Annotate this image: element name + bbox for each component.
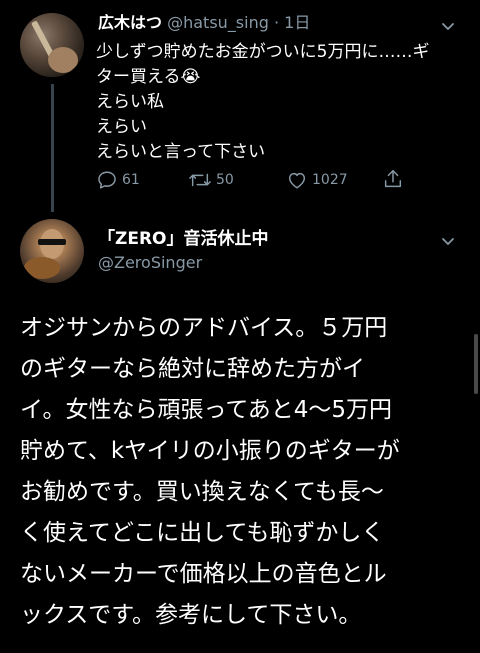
like-button[interactable]: 1027 bbox=[286, 168, 348, 192]
tweet-text: 少しずつ貯めたお金がついに5万円に……ギ ター買える😭 えらい私 えらい えらい… bbox=[96, 40, 446, 165]
like-count: 1027 bbox=[312, 172, 348, 188]
retweet-button[interactable]: 50 bbox=[188, 168, 234, 192]
tweet-text-line: ター買える😭 bbox=[96, 67, 201, 87]
avatar[interactable] bbox=[20, 219, 84, 283]
share-button[interactable] bbox=[382, 168, 408, 190]
display-name[interactable]: 広木はつ bbox=[98, 13, 162, 32]
tweet-text: オジサンからのアドバイス。５万円 のギターなら絶対に辞めた方がイ イ。女性なら頑… bbox=[20, 308, 470, 636]
tweet-text-line: ックスです。参考にして下さい。 bbox=[20, 602, 362, 628]
timestamp[interactable]: · 1日 bbox=[274, 13, 310, 32]
tweet-text-line: のギターなら絶対に辞めた方がイ bbox=[20, 356, 365, 382]
tweet-text-line: ないメーカーで価格以上の音色とル bbox=[20, 561, 387, 587]
tweet-actions: 61 50 1027 bbox=[96, 168, 426, 194]
user-handle[interactable]: @ZeroSinger bbox=[98, 252, 268, 274]
tweet-text-line: 貯めて、kヤイリの小振りのギターが bbox=[20, 438, 400, 464]
chevron-down-icon[interactable] bbox=[440, 18, 456, 34]
display-name[interactable]: 「ZERO」音活休止中 bbox=[98, 228, 268, 250]
tweet-text-line: オジサンからのアドバイス。５万円 bbox=[20, 315, 388, 341]
heart-icon bbox=[288, 172, 306, 189]
share-icon bbox=[384, 170, 402, 188]
chevron-down-icon[interactable] bbox=[440, 233, 456, 249]
reply-button[interactable]: 61 bbox=[96, 168, 140, 192]
reply-icon bbox=[98, 171, 116, 189]
avatar-guitar-body bbox=[48, 47, 78, 73]
tweet-text-line: お勧めです。買い換えなくても長〜 bbox=[20, 479, 384, 505]
tweet-header: 「ZERO」音活休止中 @ZeroSinger bbox=[98, 228, 268, 274]
avatar[interactable] bbox=[20, 13, 84, 77]
retweet-count: 50 bbox=[216, 172, 234, 188]
thread-connector-line bbox=[51, 84, 54, 212]
tweet-text-line: えらいと言って下さい bbox=[96, 142, 266, 162]
tweet-text-line: えらい bbox=[96, 117, 147, 137]
retweet-icon bbox=[189, 173, 211, 187]
avatar-sunglasses bbox=[38, 239, 66, 245]
user-handle[interactable]: @hatsu_sing bbox=[167, 13, 269, 32]
reply-count: 61 bbox=[122, 172, 140, 188]
tweet-text-line: 少しずつ貯めたお金がついに5万円に……ギ bbox=[96, 42, 430, 62]
tweet-text-line: イ。女性なら頑張ってあと4〜5万円 bbox=[20, 397, 392, 423]
tweet-text-line: く使えてどこに出しても恥ずかしく bbox=[20, 520, 385, 546]
tweet-header: 広木はつ @hatsu_sing · 1日 bbox=[98, 12, 310, 34]
scrollbar[interactable] bbox=[474, 334, 478, 394]
avatar-guitar bbox=[24, 257, 60, 279]
tweet-text-line: えらい私 bbox=[96, 92, 164, 112]
